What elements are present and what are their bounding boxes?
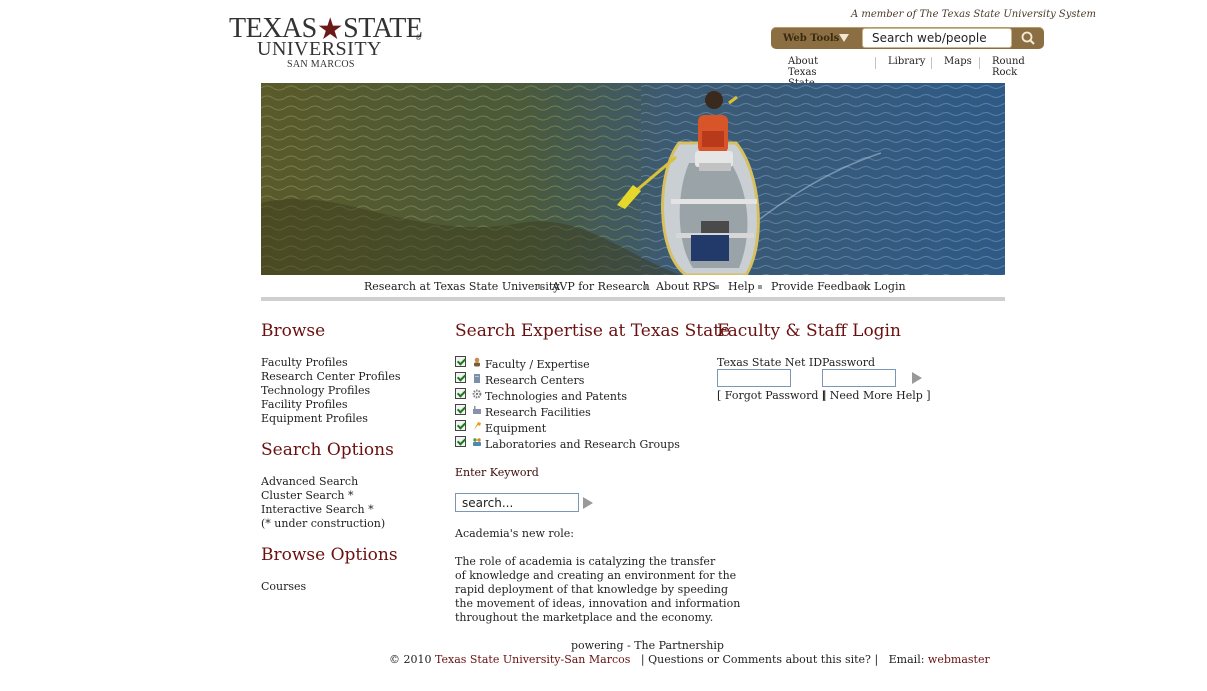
- nav-research[interactable]: Research at Texas State University: [364, 280, 559, 293]
- link-courses[interactable]: Courses: [261, 580, 306, 593]
- footer-questions: | Questions or Comments about this site?…: [640, 653, 879, 666]
- footer-email-label: Email:: [888, 653, 925, 666]
- system-member-text: A member of The Texas State University S…: [851, 9, 1096, 20]
- link-cluster-search[interactable]: Cluster Search *: [261, 489, 353, 502]
- blurb-line: the movement of ideas, innovation and in…: [455, 597, 741, 610]
- person-icon: [474, 357, 480, 367]
- nav-bullet: [715, 285, 719, 289]
- divider: [931, 57, 932, 69]
- nav-bullet: [861, 285, 865, 289]
- netid-label: Texas State Net ID: [717, 356, 823, 369]
- link-advanced-search[interactable]: Advanced Search: [261, 475, 358, 488]
- construction-note: (* under construction): [261, 517, 386, 530]
- password-input[interactable]: [822, 369, 896, 387]
- nav-help[interactable]: Help: [728, 280, 755, 293]
- enter-keyword-label: Enter Keyword: [455, 466, 539, 479]
- nav-bullet: [643, 285, 647, 289]
- checkbox-technologies[interactable]: [455, 388, 466, 399]
- checkbox-laboratories[interactable]: [455, 436, 466, 447]
- checkbox-equipment[interactable]: [455, 420, 466, 431]
- need-help-link[interactable]: [ Need More Help ]: [822, 389, 931, 402]
- top-link-round-rock[interactable]: Round Rock: [992, 56, 1025, 78]
- search-options-heading: Search Options: [261, 440, 394, 460]
- checkbox-research-centers[interactable]: [455, 372, 466, 383]
- forgot-password-link[interactable]: [ Forgot Password ]: [717, 389, 826, 402]
- nav-about-rps[interactable]: About RPS: [656, 280, 716, 293]
- web-tools-dropdown[interactable]: Web Tools: [783, 33, 839, 44]
- keyword-search-input[interactable]: [455, 493, 579, 512]
- nav-bullet: [758, 285, 762, 289]
- checkbox-faculty[interactable]: [455, 356, 466, 367]
- divider: [979, 57, 980, 69]
- browse-options-heading: Browse Options: [261, 545, 398, 565]
- blurb-line: of knowledge and creating an environment…: [455, 569, 737, 582]
- building-icon: [474, 374, 480, 383]
- nav-avp[interactable]: AVP for Research: [552, 280, 650, 293]
- top-link-library[interactable]: Library: [888, 56, 925, 67]
- footer-webmaster-link[interactable]: webmaster: [928, 653, 990, 666]
- link-technology-profiles[interactable]: Technology Profiles: [261, 384, 370, 397]
- link-faculty-profiles[interactable]: Faculty Profiles: [261, 356, 348, 369]
- nav-divider: [261, 297, 1005, 301]
- tool-icon: [474, 422, 481, 430]
- footer-line: © 2010 Texas State University-San Marcos…: [389, 653, 990, 666]
- footer-university-link[interactable]: Texas State University-San Marcos: [435, 653, 630, 666]
- divider: [875, 57, 876, 69]
- hero-canoe-image: [261, 83, 1005, 275]
- link-research-center-profiles[interactable]: Research Center Profiles: [261, 370, 401, 383]
- option-facilities-label: Research Facilities: [485, 406, 591, 419]
- logo-line-2: UNIVERSITY: [257, 38, 382, 60]
- nav-bullet: [538, 285, 542, 289]
- blurb-title: Academia's new role:: [455, 527, 575, 540]
- factory-icon: [473, 406, 481, 414]
- top-link-maps[interactable]: Maps: [944, 56, 972, 67]
- search-expertise-heading: Search Expertise at Texas State: [455, 321, 731, 341]
- link-facility-profiles[interactable]: Facility Profiles: [261, 398, 348, 411]
- option-research-centers-label: Research Centers: [485, 374, 585, 387]
- link-interactive-search[interactable]: Interactive Search *: [261, 503, 374, 516]
- main-navigation: Research at Texas State University AVP f…: [0, 280, 1207, 294]
- footer-copyright: © 2010: [389, 653, 432, 666]
- browse-heading: Browse: [261, 321, 326, 341]
- option-technologies-label: Technologies and Patents: [485, 390, 628, 403]
- registered-mark: ®: [415, 34, 422, 42]
- link-equipment-profiles[interactable]: Equipment Profiles: [261, 412, 368, 425]
- option-faculty-label: Faculty / Expertise: [485, 358, 590, 371]
- chevron-down-icon[interactable]: [839, 34, 849, 42]
- blurb-line: throughout the marketplace and the econo…: [455, 611, 714, 624]
- nav-feedback[interactable]: Provide Feedback: [771, 280, 871, 293]
- footer-powering: powering - The Partnership: [571, 639, 724, 652]
- blurb-line: The role of academia is catalyzing the t…: [455, 555, 716, 568]
- netid-input[interactable]: [717, 369, 791, 387]
- nav-login[interactable]: Login: [874, 280, 906, 293]
- checkbox-facilities[interactable]: [455, 404, 466, 415]
- gear-icon: [472, 389, 482, 399]
- search-submit-arrow-icon[interactable]: [583, 497, 593, 509]
- web-people-search-input[interactable]: [862, 28, 1012, 48]
- search-icon[interactable]: [1017, 30, 1039, 47]
- password-label: Password: [822, 356, 876, 369]
- login-submit-arrow-icon[interactable]: [912, 372, 922, 384]
- option-equipment-label: Equipment: [485, 422, 547, 435]
- blurb-line: rapid deployment of that knowledge by sp…: [455, 583, 729, 596]
- option-laboratories-label: Laboratories and Research Groups: [485, 438, 680, 451]
- login-heading: Faculty & Staff Login: [717, 321, 901, 341]
- logo-line-3: SAN MARCOS: [287, 59, 355, 70]
- group-icon: [473, 438, 481, 446]
- texas-state-logo[interactable]: TEXAS★STATE UNIVERSITY SAN MARCOS ®: [229, 10, 424, 72]
